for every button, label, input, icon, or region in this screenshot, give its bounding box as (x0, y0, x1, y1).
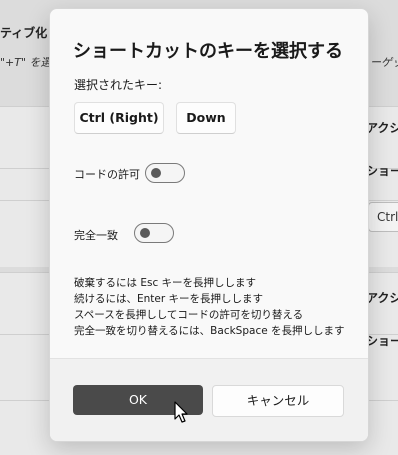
dialog-title: ショートカットのキーを選択する (73, 41, 343, 62)
instruction-line: スペースを長押ししてコードの許可を切り替える (74, 309, 304, 321)
instruction-line: 完全一致を切り替えるには、BackSpace を長押しします (74, 325, 345, 337)
background-shortcut-field: Ctrl (368, 202, 398, 232)
key-chip-ctrl-right: Ctrl (Right) (74, 102, 164, 134)
instruction-line: 破棄するには Esc キーを長押しします (74, 277, 257, 289)
background-action-label: アクシ (366, 291, 398, 305)
background-action-label: アクシ (366, 121, 398, 135)
chord-toggle[interactable] (145, 163, 185, 183)
exact-match-label: 完全一致 (74, 229, 118, 242)
background-hint: "+T" を選 (0, 56, 52, 69)
toggle-knob (151, 168, 161, 178)
background-shortcut-label: ショー (366, 334, 398, 348)
dialog-footer: OK キャンセル (50, 358, 368, 441)
instructions: 破棄するには Esc キーを長押しします 続けるには、Enter キーを長押しし… (74, 275, 345, 339)
background-shortcut-label: ショー (366, 164, 398, 178)
selected-keys-label: 選択されたキー: (74, 78, 163, 92)
instruction-line: 続けるには、Enter キーを長押しします (74, 293, 264, 305)
background-hint-right: ーゲッ (370, 56, 398, 69)
mouse-cursor-icon (174, 401, 188, 423)
chord-label: コードの許可 (74, 168, 140, 181)
exact-match-toggle[interactable] (134, 223, 174, 243)
key-chip-down: Down (176, 102, 236, 134)
shortcut-key-dialog: ショートカットのキーを選択する 選択されたキー: Ctrl (Right) Do… (49, 8, 369, 442)
toggle-knob (140, 228, 150, 238)
cancel-button[interactable]: キャンセル (212, 385, 344, 417)
background-header: ティブ化 (0, 26, 48, 40)
